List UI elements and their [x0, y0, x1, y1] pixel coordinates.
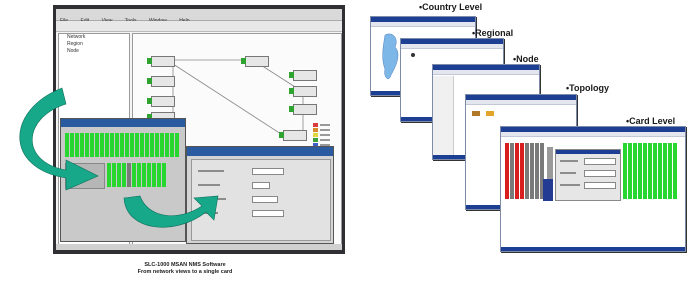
caption-line: From network views to a single card — [137, 269, 233, 275]
card-slot[interactable] — [520, 143, 524, 199]
card-slot[interactable] — [673, 143, 677, 199]
card-slot[interactable] — [643, 143, 647, 199]
card-slot[interactable] — [530, 143, 534, 199]
card-slot[interactable] — [648, 143, 652, 199]
field-input[interactable] — [584, 158, 616, 165]
node-side-panel — [433, 76, 454, 155]
curved-arrow-icon — [19, 87, 99, 191]
card-slot[interactable] — [658, 143, 662, 199]
level-label: •Country Level — [419, 2, 483, 12]
card-level-window[interactable] — [500, 126, 686, 252]
card-rack-right — [623, 143, 677, 199]
card-slot[interactable] — [633, 143, 637, 199]
selected-card — [543, 179, 553, 201]
level-label: •Card Level — [626, 116, 676, 126]
card-slot[interactable] — [525, 143, 529, 199]
topology-node — [486, 111, 494, 116]
figure-caption: SLC-1000 MSAN NMS Software From network … — [80, 262, 290, 276]
card-slot[interactable] — [510, 143, 514, 199]
level-label: •Node — [513, 54, 539, 64]
card-rack-left — [505, 143, 544, 199]
curved-arrow-icon — [123, 195, 219, 228]
card-slot[interactable] — [668, 143, 672, 199]
topology-node — [472, 111, 480, 116]
card-slot[interactable] — [515, 143, 519, 199]
level-label: •Topology — [566, 83, 609, 93]
card-slot[interactable] — [535, 143, 539, 199]
card-slot[interactable] — [623, 143, 627, 199]
card-slot[interactable] — [663, 143, 667, 199]
card-slot[interactable] — [505, 143, 509, 199]
region-marker — [411, 53, 415, 57]
card-slot[interactable] — [628, 143, 632, 199]
caption-line: SLC-1000 MSAN NMS Software — [144, 262, 226, 268]
card-detail-dialog — [555, 149, 621, 201]
card-slot[interactable] — [638, 143, 642, 199]
field-input[interactable] — [584, 182, 616, 189]
field-input[interactable] — [584, 170, 616, 177]
level-label: •Regional — [472, 28, 514, 38]
card-slot[interactable] — [653, 143, 657, 199]
